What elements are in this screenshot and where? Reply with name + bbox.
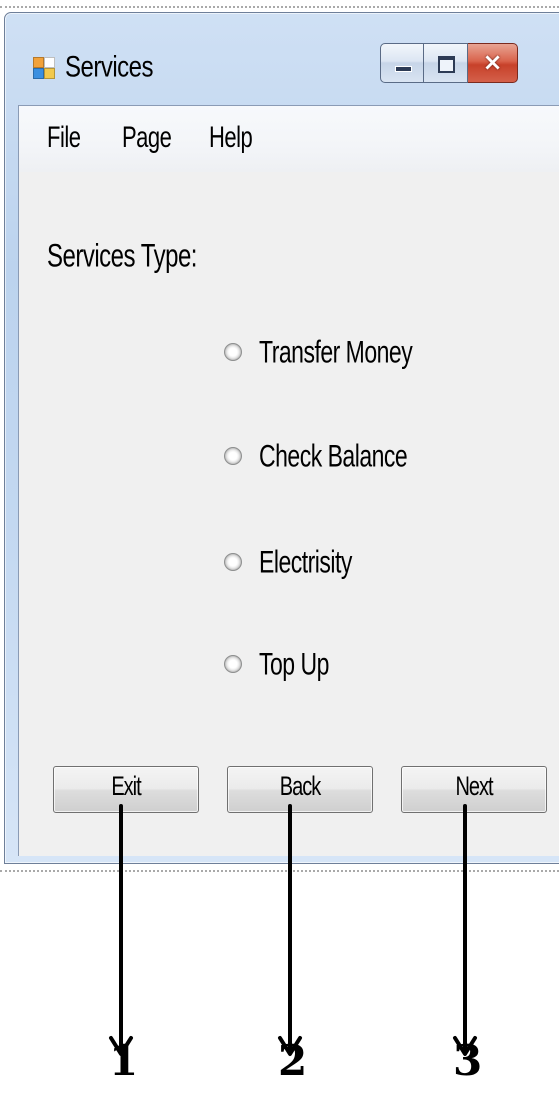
annotation-number-3: 3 (453, 1036, 483, 1085)
screenshot-stage: Services × File Page Help Services Type: (0, 0, 559, 1101)
annotation-number-1: 1 (109, 1036, 139, 1085)
annotation-arrows (109, 804, 477, 1056)
annotation-number-2: 2 (278, 1036, 308, 1085)
